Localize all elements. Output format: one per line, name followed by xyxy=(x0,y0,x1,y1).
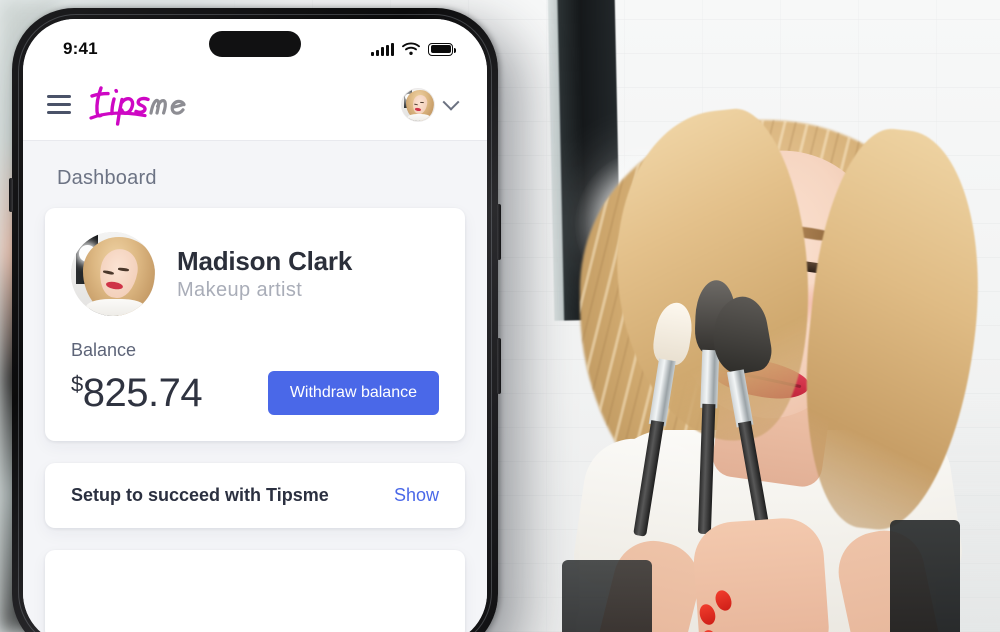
profile-text: Madison Clark Makeup artist xyxy=(177,246,352,302)
profile-role: Makeup artist xyxy=(177,279,303,301)
dynamic-island xyxy=(209,31,301,57)
phone-volume-up-button[interactable] xyxy=(497,204,501,260)
cellular-signal-icon xyxy=(371,42,394,56)
salon-chair-back xyxy=(562,560,652,632)
phone-screen: 9:41 Dashboard Madison Clark Makeup arti… xyxy=(23,19,487,632)
salon-chair xyxy=(890,520,960,632)
phone-mute-switch[interactable] xyxy=(9,178,13,212)
header-account[interactable] xyxy=(401,87,460,122)
setup-show-link[interactable]: Show xyxy=(394,485,439,506)
battery-icon xyxy=(428,42,456,56)
balance-row: $825.74 Withdraw balance xyxy=(71,371,439,415)
makeup-artist-figure xyxy=(520,0,1000,632)
currency-symbol: $ xyxy=(71,371,83,397)
phone-mockup: 9:41 Dashboard Madison Clark Makeup arti… xyxy=(9,8,501,632)
dashboard-page: Dashboard Madison Clark Makeup artist Ba… xyxy=(23,141,487,632)
balance-label: Balance xyxy=(71,340,137,360)
app-header xyxy=(23,69,487,141)
profile-name: Madison Clark xyxy=(177,246,353,276)
tipsme-logo[interactable] xyxy=(89,82,207,128)
user-avatar[interactable] xyxy=(401,87,435,122)
phone-power-button[interactable] xyxy=(497,338,501,394)
balance-amount: $825.74 xyxy=(71,371,203,415)
setup-card-title: Setup to succeed with Tipsme xyxy=(71,485,329,505)
status-icons xyxy=(371,42,456,56)
status-bar: 9:41 xyxy=(23,19,487,69)
page-title: Dashboard xyxy=(57,167,157,189)
third-card xyxy=(45,550,465,632)
profile-avatar xyxy=(71,232,155,316)
hamburger-menu-icon[interactable] xyxy=(47,94,71,115)
status-time: 9:41 xyxy=(63,39,98,58)
balance-value: 825.74 xyxy=(82,371,203,415)
profile-balance-card: Madison Clark Makeup artist Balance $825… xyxy=(45,208,465,441)
logo-artwork xyxy=(89,85,186,126)
profile-row: Madison Clark Makeup artist xyxy=(71,232,439,316)
chevron-down-icon[interactable] xyxy=(442,93,460,111)
setup-card: Setup to succeed with Tipsme Show xyxy=(45,463,465,528)
withdraw-balance-button[interactable]: Withdraw balance xyxy=(267,371,439,415)
wifi-icon xyxy=(402,42,420,55)
